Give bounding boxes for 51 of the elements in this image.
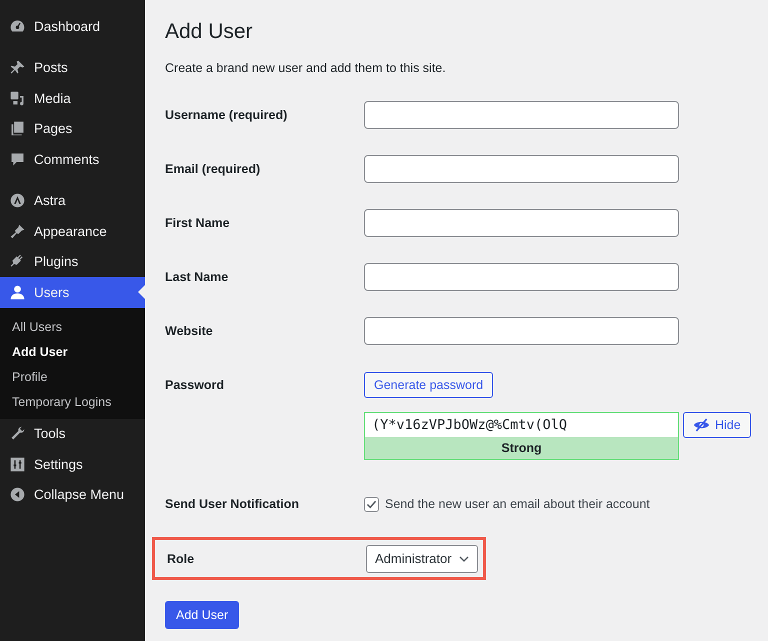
eye-slash-icon — [693, 418, 710, 432]
pages-icon — [9, 120, 26, 138]
sidebar-item[interactable]: Dashboard — [0, 11, 145, 42]
pointer-notch — [138, 285, 145, 299]
sidebar-item[interactable]: Media — [0, 83, 145, 114]
astra-logo-icon — [9, 192, 26, 210]
sidebar-item[interactable]: Astra — [0, 186, 145, 216]
sidebar-item[interactable]: Posts — [0, 52, 145, 83]
input-field[interactable] — [364, 263, 679, 291]
media-icon — [9, 90, 26, 107]
sliders-icon — [9, 456, 26, 473]
submenu-item[interactable]: Add User — [0, 340, 145, 364]
sidebar-item[interactable]: Tools — [0, 418, 145, 449]
field-label: Password — [165, 377, 226, 394]
input-field[interactable] — [364, 209, 679, 237]
field-label: First Name — [165, 215, 231, 232]
sidebar-item[interactable]: Appearance — [0, 216, 145, 246]
role-dropdown[interactable]: Administrator — [366, 544, 478, 572]
input-field[interactable] — [364, 317, 679, 345]
sidebar-item[interactable]: Users — [0, 277, 145, 308]
sidebar-item[interactable]: Plugins — [0, 246, 145, 277]
page-title: Add User — [165, 19, 254, 45]
chevron-down-icon — [458, 556, 469, 562]
submenu-item[interactable]: Profile — [0, 364, 145, 390]
checkbox-label: Send the new user an email about their account — [385, 497, 650, 511]
checkbox[interactable] — [364, 496, 379, 512]
field-label: Email (required) — [165, 161, 262, 178]
generate-password-button[interactable]: Generate password — [364, 372, 494, 398]
hide-button[interactable]: Hide — [683, 412, 751, 438]
add-user-button[interactable]: Add User — [165, 601, 240, 629]
brush-icon — [9, 222, 26, 240]
sidebar-item[interactable]: Pages — [0, 114, 145, 144]
page-description: Create a brand new user and add them to this site. — [165, 60, 447, 77]
wrench-icon — [9, 425, 26, 442]
field-label: Role — [167, 550, 196, 568]
submenu-item[interactable]: Temporary Logins — [0, 390, 145, 414]
field-label: Send User Notification — [165, 496, 300, 513]
submenu-item[interactable]: All Users — [0, 314, 145, 340]
sidebar-item[interactable]: Collapse Menu — [0, 480, 145, 510]
strength-meter: Strong — [365, 437, 678, 459]
sidebar-item[interactable]: Comments — [0, 144, 145, 174]
field-label: Last Name — [165, 269, 230, 286]
comment-icon — [9, 150, 26, 168]
password-field[interactable]: (Y*v16zVPJbOWz@%Cmtv(OlQ — [365, 413, 678, 437]
input-field[interactable] — [364, 101, 679, 129]
sidebar-item[interactable]: Settings — [0, 449, 145, 480]
user-icon — [9, 284, 26, 301]
field-label: Website — [165, 323, 214, 340]
collapse-icon — [9, 486, 26, 504]
input-field[interactable] — [364, 155, 679, 183]
field-label: Username (required) — [165, 107, 288, 124]
